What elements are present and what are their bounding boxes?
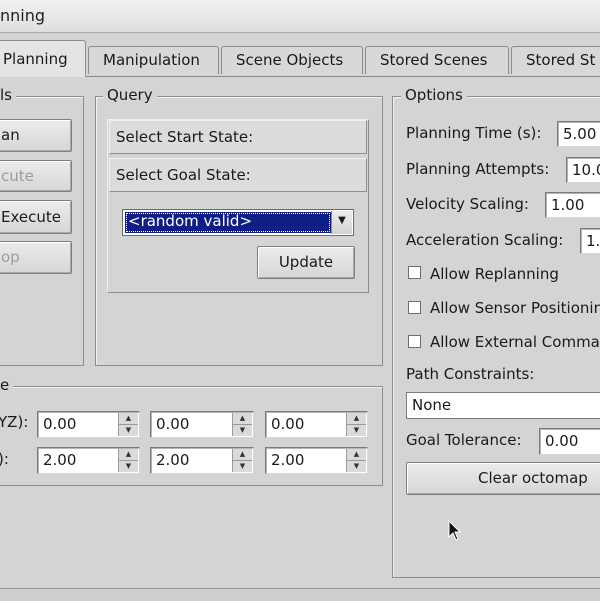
center-x-value: 0.00 [43,415,77,433]
options-group-title: Options [401,86,467,104]
stop-button[interactable]: op [0,241,72,274]
center-y-value: 0.00 [156,415,190,433]
center-y-spinbox[interactable]: 0.00 ▲ ▼ [150,411,254,438]
center-x-spinbox[interactable]: 0.00 ▲ ▼ [37,411,140,438]
spin-down-icon[interactable]: ▼ [233,461,252,473]
goal-tolerance-label: Goal Tolerance: [406,431,522,449]
spin-down-icon[interactable]: ▼ [347,461,366,473]
size-z-spinbox[interactable]: 2.00 ▲ ▼ [265,447,368,474]
workspace-size-label: ): [0,450,9,468]
allow-external-comm-label[interactable]: Allow External Comma [430,333,600,351]
planning-time-field[interactable]: 5.00 [557,121,600,147]
tab-stored-scenes[interactable]: Stored Scenes [365,46,509,74]
size-x-spinbox[interactable]: 2.00 ▲ ▼ [37,447,140,474]
tab-manipulation[interactable]: Manipulation [88,46,219,74]
goal-tolerance-field[interactable]: 0.00 [539,428,600,455]
size-y-value: 2.00 [156,451,190,469]
planning-attempts-label: Planning Attempts: [406,160,550,178]
allow-external-comm-checkbox[interactable] [408,335,421,348]
plan-button[interactable]: an [0,119,72,152]
tab-strip: Planning Manipulation Scene Objects Stor… [0,40,600,77]
velocity-scaling-field[interactable]: 1.00 [545,192,600,218]
size-y-spinbox[interactable]: 2.00 ▲ ▼ [150,447,254,474]
tab-planning[interactable]: Planning [0,40,86,77]
allow-sensor-positioning-label[interactable]: Allow Sensor Positionin [430,299,600,317]
query-group-title: Query [103,86,157,104]
acceleration-scaling-field[interactable]: 1. [580,228,600,254]
spin-down-icon[interactable]: ▼ [119,461,138,473]
status-bar [0,588,600,601]
plan-and-execute-button[interactable]: Execute [0,200,72,234]
chevron-down-icon[interactable]: ▼ [331,211,352,234]
size-z-value: 2.00 [271,451,305,469]
spin-down-icon[interactable]: ▼ [233,425,252,437]
path-constraints-combobox[interactable]: None [406,392,600,419]
mouse-cursor-icon [448,520,462,541]
goal-state-combobox[interactable]: <random valid> ▼ [122,209,354,236]
workspace-group-title: e [0,376,14,394]
allow-replanning-label[interactable]: Allow Replanning [430,265,559,283]
velocity-scaling-label: Velocity Scaling: [406,195,529,213]
title-bar: nning [0,0,600,33]
spin-down-icon[interactable]: ▼ [347,425,366,437]
center-z-value: 0.00 [271,415,305,433]
spin-down-icon[interactable]: ▼ [119,425,138,437]
select-start-state-header[interactable]: Select Start State: [109,120,367,154]
center-z-spinbox[interactable]: 0.00 ▲ ▼ [265,411,368,438]
execute-button[interactable]: cute [0,160,72,192]
spin-up-icon[interactable]: ▲ [119,413,138,425]
clear-octomap-button[interactable]: Clear octomap [406,462,600,495]
allow-replanning-checkbox[interactable] [408,266,421,279]
planning-attempts-field[interactable]: 10.0 [566,157,600,183]
planning-time-label: Planning Time (s): [406,124,542,142]
spin-up-icon[interactable]: ▲ [119,449,138,461]
size-x-value: 2.00 [43,451,77,469]
workspace-center-label: YZ): [0,413,29,431]
tab-scene-objects[interactable]: Scene Objects [221,46,363,74]
spin-up-icon[interactable]: ▲ [233,449,252,461]
allow-sensor-positioning-checkbox[interactable] [408,301,421,314]
path-constraints-label: Path Constraints: [406,365,535,383]
acceleration-scaling-label: Acceleration Scaling: [406,231,564,249]
spin-up-icon[interactable]: ▲ [347,449,366,461]
update-button[interactable]: Update [257,246,355,279]
commands-group-title: ls [0,86,16,104]
goal-state-selected-value: <random valid> [125,212,331,233]
spin-up-icon[interactable]: ▲ [347,413,366,425]
tab-stored-states[interactable]: Stored St [511,46,600,74]
spin-up-icon[interactable]: ▲ [233,413,252,425]
window-title: nning [0,6,46,25]
select-goal-state-header[interactable]: Select Goal State: [109,158,367,192]
